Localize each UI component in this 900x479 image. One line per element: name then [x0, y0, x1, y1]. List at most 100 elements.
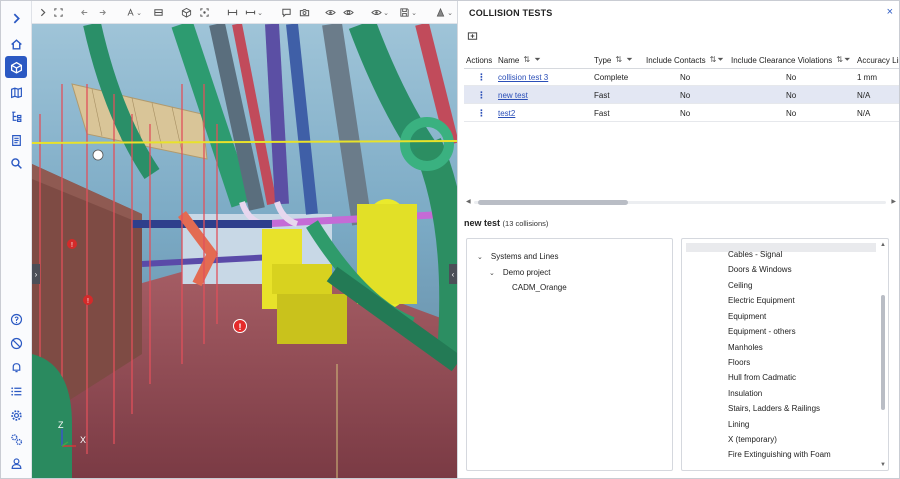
- panel-title: COLLISION TESTS: [469, 8, 553, 18]
- cube-view-icon[interactable]: [180, 5, 192, 20]
- list-item[interactable]: Doors & Windows: [728, 265, 792, 274]
- visibility-dropdown[interactable]: ⌄: [370, 5, 390, 20]
- render-mode-dropdown[interactable]: ⌄: [434, 5, 454, 20]
- row-actions-icon[interactable]: ⋮: [477, 68, 486, 86]
- list-item[interactable]: Cables - Signal: [728, 250, 782, 259]
- viewer-toolbar: ⌄ ⌄ ⌄ ⌄ ⌄: [32, 1, 457, 24]
- list-vertical-scrollbar[interactable]: ▲ ▼: [880, 242, 886, 468]
- list-item[interactable]: X (temporary): [728, 435, 777, 444]
- hide-eye-icon[interactable]: [342, 5, 354, 20]
- user-icon[interactable]: [5, 452, 27, 474]
- chevron-down-icon[interactable]: ⌄: [477, 254, 483, 261]
- camera-icon[interactable]: [298, 5, 310, 20]
- column-header-accuracy[interactable]: Accuracy Lim: [857, 51, 899, 69]
- column-header-actions: Actions: [466, 55, 493, 65]
- list-item[interactable]: Ceiling: [728, 281, 752, 290]
- close-icon[interactable]: ×: [887, 6, 893, 18]
- accuracy-value: N/A: [857, 90, 871, 100]
- measure-icon[interactable]: [226, 5, 238, 20]
- collisions-heading: new test (13 collisions): [464, 218, 548, 228]
- axis-x-label: X: [80, 435, 86, 445]
- app-window: ⌄ ⌄ ⌄ ⌄ ⌄ ! ! ! Z X › ‹ COLLISION TESTS …: [0, 0, 900, 479]
- column-header-include-clearance[interactable]: Include Clearance Violations ⇅⏷: [731, 51, 851, 69]
- svg-text:!: !: [71, 242, 73, 249]
- expand-panel-icon[interactable]: [38, 5, 48, 20]
- show-eye-icon[interactable]: [324, 5, 336, 20]
- list-item[interactable]: Fire Extinguishing with Foam: [728, 450, 831, 459]
- column-header-include-contacts[interactable]: Include Contacts ⇅⏷: [646, 51, 725, 69]
- expand-icon[interactable]: [5, 7, 27, 29]
- scrollbar-thumb[interactable]: [478, 200, 628, 205]
- list-item[interactable]: Hull from Cadmatic: [728, 373, 796, 382]
- row-actions-icon[interactable]: ⋮: [477, 104, 486, 122]
- collision-marker[interactable]: !: [233, 319, 247, 333]
- collision-count: (13 collisions): [502, 219, 549, 228]
- row-actions-icon[interactable]: ⋮: [477, 86, 486, 104]
- table-row[interactable]: ⋮ new test Fast No No N/A: [464, 86, 899, 104]
- list-item[interactable]: Floors: [728, 358, 750, 367]
- list-item[interactable]: Stairs, Ladders & Railings: [728, 404, 820, 413]
- test-type: Fast: [594, 90, 610, 100]
- test-name-link[interactable]: test2: [498, 104, 515, 122]
- collision-tests-panel: COLLISION TESTS × Actions Name ⇅ ⏷ Type ⇅ …: [457, 1, 899, 478]
- accuracy-value: N/A: [857, 108, 871, 118]
- scrollbar-thumb[interactable]: [881, 295, 885, 410]
- left-panel-toggle[interactable]: ›: [32, 264, 40, 284]
- include-clearance-value: No: [786, 108, 797, 118]
- table-row[interactable]: ⋮ test2 Fast No No N/A: [464, 104, 899, 122]
- search-icon[interactable]: [5, 152, 27, 174]
- collision-tests-table: Actions Name ⇅ ⏷ Type ⇅ ⏷ Include Contacts…: [464, 51, 899, 203]
- include-contacts-value: No: [680, 90, 691, 100]
- column-header-name[interactable]: Name ⇅ ⏷: [498, 51, 542, 69]
- test-name-link[interactable]: new test: [498, 86, 528, 104]
- category-list: Cables - Signal Doors & Windows Ceiling …: [681, 238, 889, 471]
- help-icon[interactable]: [5, 308, 27, 330]
- hierarchy-icon[interactable]: [5, 105, 27, 127]
- add-test-icon[interactable]: [467, 31, 478, 42]
- table-row[interactable]: ⋮ collision test 3 Complete No No 1 mm: [464, 68, 899, 86]
- list-item[interactable]: Lining: [728, 420, 749, 429]
- list-item[interactable]: Manholes: [728, 343, 763, 352]
- list-item[interactable]: Electric Equipment: [728, 296, 795, 305]
- right-panel-toggle[interactable]: ‹: [449, 264, 457, 284]
- collision-marker[interactable]: !: [67, 239, 77, 249]
- map-icon[interactable]: [5, 81, 27, 103]
- tree-item-cadm-orange[interactable]: CADM_Orange: [512, 283, 567, 292]
- measure-options-dropdown[interactable]: ⌄: [244, 5, 264, 20]
- collision-marker[interactable]: !: [83, 295, 93, 305]
- bell-icon[interactable]: [5, 356, 27, 378]
- list-item[interactable]: Insulation: [728, 389, 762, 398]
- column-header-type[interactable]: Type ⇅ ⏷: [594, 51, 634, 69]
- home-icon[interactable]: [5, 33, 27, 55]
- systems-tree: ⌄ Systems and Lines ⌄ Demo project CADM_Or…: [466, 238, 673, 471]
- focus-icon[interactable]: [198, 5, 210, 20]
- comment-icon[interactable]: [280, 5, 292, 20]
- table-header: Actions Name ⇅ ⏷ Type ⇅ ⏷ Include Contacts…: [464, 51, 899, 69]
- include-contacts-value: No: [680, 72, 691, 82]
- list-item[interactable]: Equipment - others: [728, 327, 796, 336]
- model-cube-icon[interactable]: [5, 56, 27, 78]
- save-view-dropdown[interactable]: ⌄: [398, 5, 418, 20]
- list-icon[interactable]: [5, 380, 27, 402]
- table-horizontal-scrollbar[interactable]: ◀ ▶: [464, 199, 896, 206]
- list-item[interactable]: Equipment: [728, 312, 766, 321]
- document-icon[interactable]: [5, 129, 27, 151]
- plant-model-render[interactable]: ! ! ! Z X: [32, 24, 457, 479]
- test-type: Complete: [594, 72, 629, 82]
- test-name-link[interactable]: collision test 3: [498, 68, 548, 86]
- visibility-off-icon[interactable]: [5, 332, 27, 354]
- svg-text:!: !: [87, 298, 89, 305]
- annotate-text-dropdown[interactable]: ⌄: [126, 5, 142, 20]
- chevron-down-icon[interactable]: ⌄: [489, 270, 495, 277]
- settings-gear-icon[interactable]: [5, 404, 27, 426]
- fullscreen-icon[interactable]: [52, 5, 64, 20]
- undo-icon[interactable]: [78, 5, 90, 20]
- accuracy-value: 1 mm: [857, 72, 877, 82]
- tree-item-systems-and-lines[interactable]: ⌄ Systems and Lines: [477, 252, 558, 261]
- layers-icon[interactable]: [152, 5, 164, 20]
- tree-item-demo-project[interactable]: ⌄ Demo project: [489, 268, 550, 277]
- axis-z-label: Z: [58, 420, 64, 430]
- admin-gears-icon[interactable]: [5, 428, 27, 450]
- redo-icon[interactable]: [96, 5, 108, 20]
- 3d-viewport[interactable]: ! ! ! Z X › ‹: [32, 24, 457, 479]
